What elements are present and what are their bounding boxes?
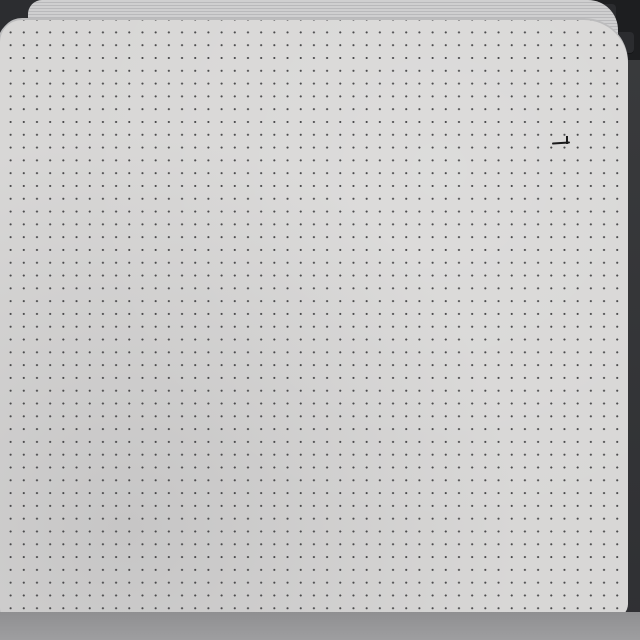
notebook-page xyxy=(0,20,628,618)
lower-page-edge xyxy=(0,612,640,640)
pen-mark xyxy=(566,136,568,144)
dot-grid xyxy=(0,20,628,618)
photo-scene xyxy=(0,0,640,640)
